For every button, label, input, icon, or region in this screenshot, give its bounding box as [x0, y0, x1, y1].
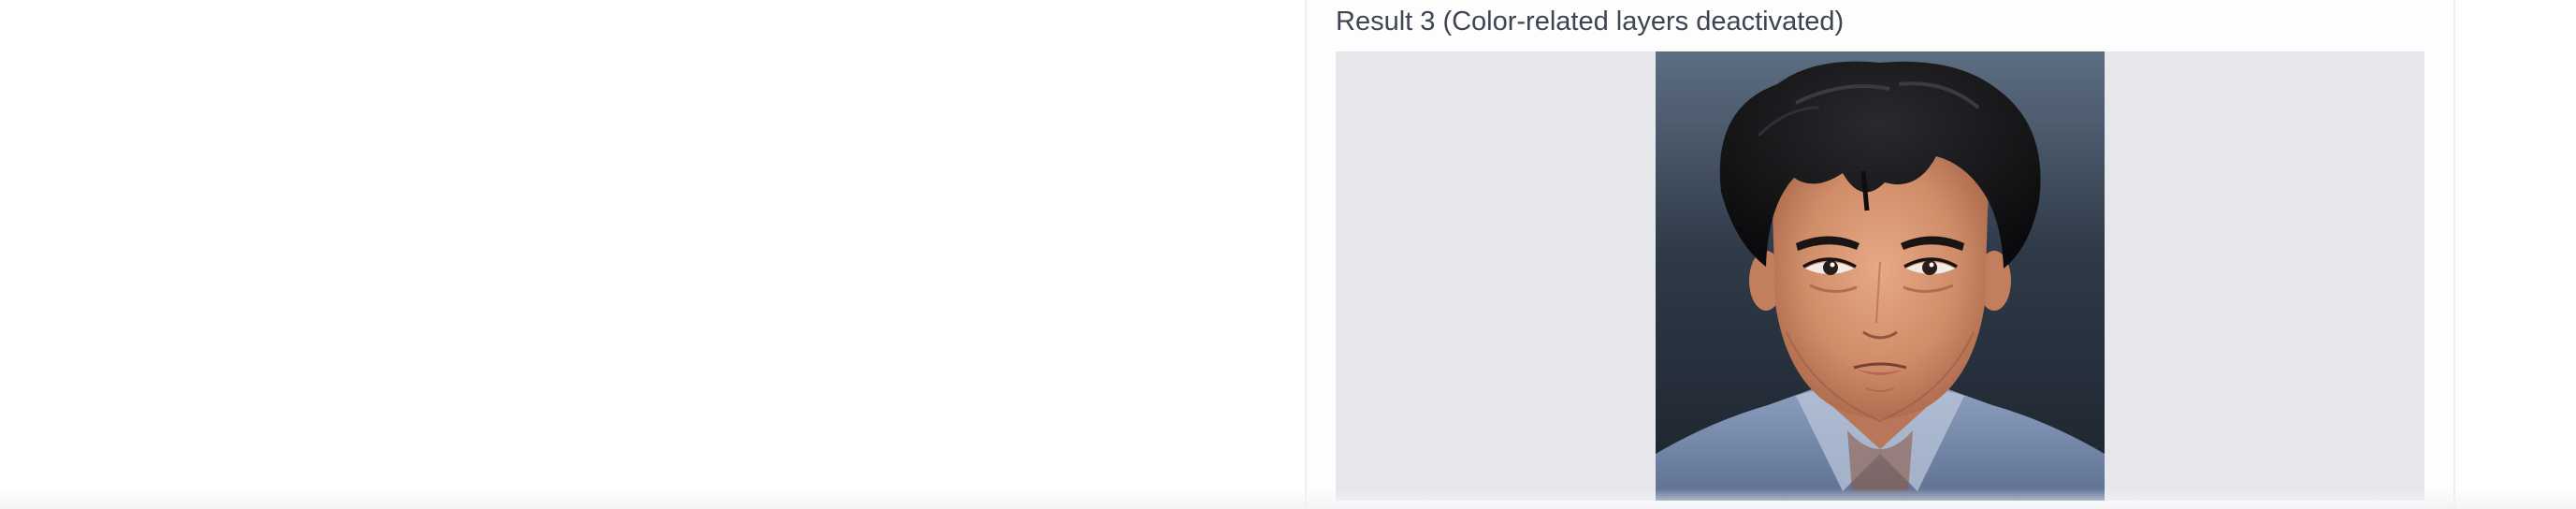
page: Result 3 (Color-related layers deactivat…	[0, 0, 2576, 509]
result-image	[1656, 51, 2105, 501]
result-image-frame	[1336, 51, 2424, 501]
bottom-shadow	[0, 488, 2576, 509]
result-label: Result 3 (Color-related layers deactivat…	[1336, 7, 1845, 36]
